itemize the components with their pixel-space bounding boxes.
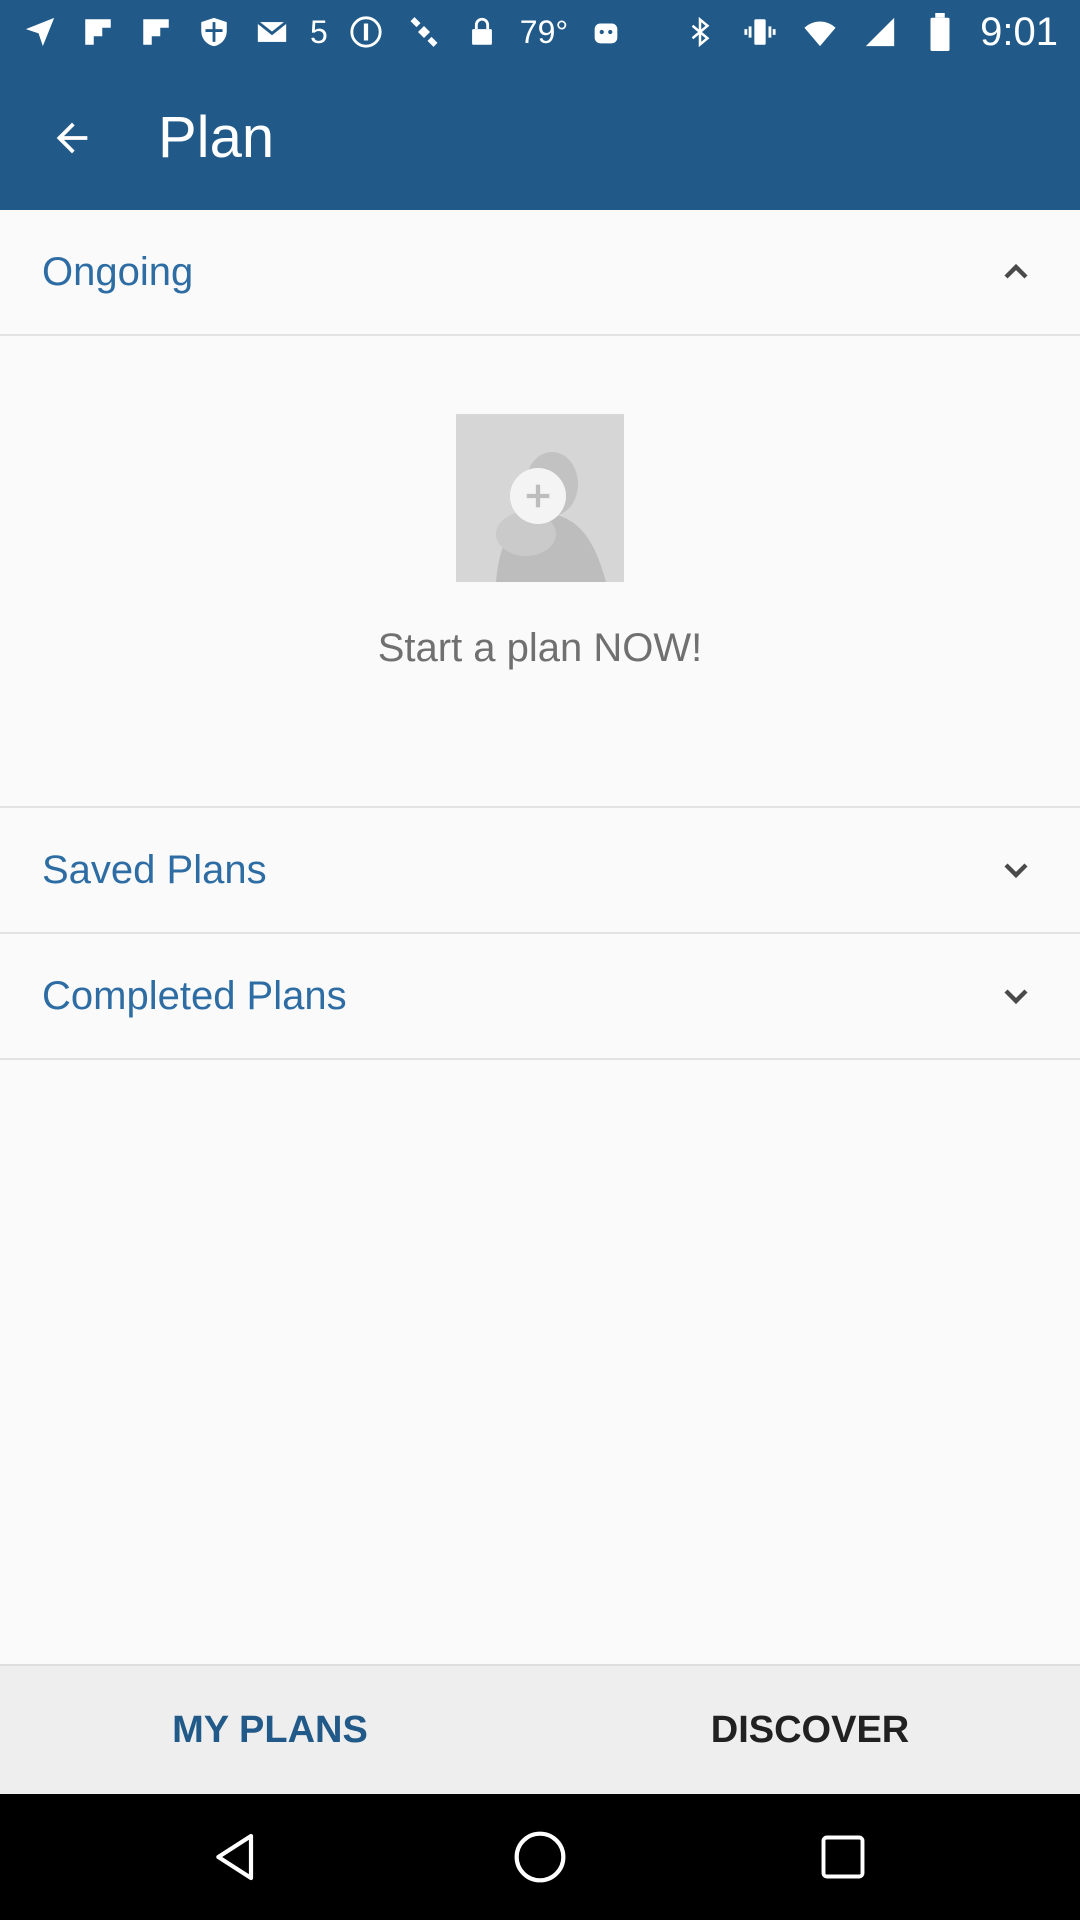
plus-icon (510, 468, 566, 524)
status-right-icons: 9:01 (680, 10, 1058, 54)
signal-icon (860, 12, 900, 52)
temperature: 79° (519, 13, 569, 50)
android-icon (586, 12, 626, 52)
clock: 9:01 (980, 9, 1058, 54)
nav-recents-button[interactable] (810, 1824, 876, 1890)
shield-icon (194, 12, 234, 52)
circle-home-icon (514, 1831, 566, 1883)
arrow-back-icon (56, 122, 88, 154)
navigation-icon (20, 12, 60, 52)
bottom-tab-bar: MY PLANS DISCOVER (0, 1664, 1080, 1794)
back-button[interactable] (36, 102, 108, 174)
chevron-down-icon[interactable] (992, 972, 1040, 1020)
section-saved-plans[interactable]: Saved Plans (0, 808, 1080, 934)
lock-icon (462, 12, 502, 52)
status-bar: 5 79° 9:01 (0, 0, 1080, 64)
section-completed-plans[interactable]: Completed Plans (0, 934, 1080, 1060)
ongoing-empty-state: Start a plan NOW! (0, 336, 1080, 808)
vibrate-icon (740, 12, 780, 52)
section-saved-plans-label: Saved Plans (42, 848, 267, 892)
tab-discover[interactable]: DISCOVER (540, 1666, 1080, 1794)
chevron-up-icon[interactable] (992, 248, 1040, 296)
nav-home-button[interactable] (507, 1824, 573, 1890)
flipboard-icon (136, 12, 176, 52)
satellite-icon (404, 12, 444, 52)
triangle-back-icon (216, 1833, 254, 1881)
chevron-down-icon[interactable] (992, 846, 1040, 894)
mail-icon (252, 12, 292, 52)
tab-my-plans[interactable]: MY PLANS (0, 1666, 540, 1794)
section-ongoing[interactable]: Ongoing (0, 210, 1080, 336)
empty-state-message: Start a plan NOW! (377, 626, 703, 670)
nav-back-button[interactable] (204, 1824, 270, 1890)
section-completed-plans-label: Completed Plans (42, 974, 347, 1018)
flipboard-icon (78, 12, 118, 52)
system-navigation-bar (0, 1794, 1080, 1920)
wifi-icon (800, 12, 840, 52)
app-bar: Plan (0, 64, 1080, 210)
bluetooth-icon (680, 12, 720, 52)
page-title: Plan (158, 105, 275, 170)
section-ongoing-label: Ongoing (42, 250, 194, 294)
battery-icon (920, 12, 960, 52)
status-left-icons: 5 79° (20, 10, 626, 54)
badge-number: 5 (310, 13, 328, 50)
info-icon (346, 12, 386, 52)
add-plan-image[interactable] (456, 414, 624, 582)
square-recents-icon (821, 1835, 865, 1879)
